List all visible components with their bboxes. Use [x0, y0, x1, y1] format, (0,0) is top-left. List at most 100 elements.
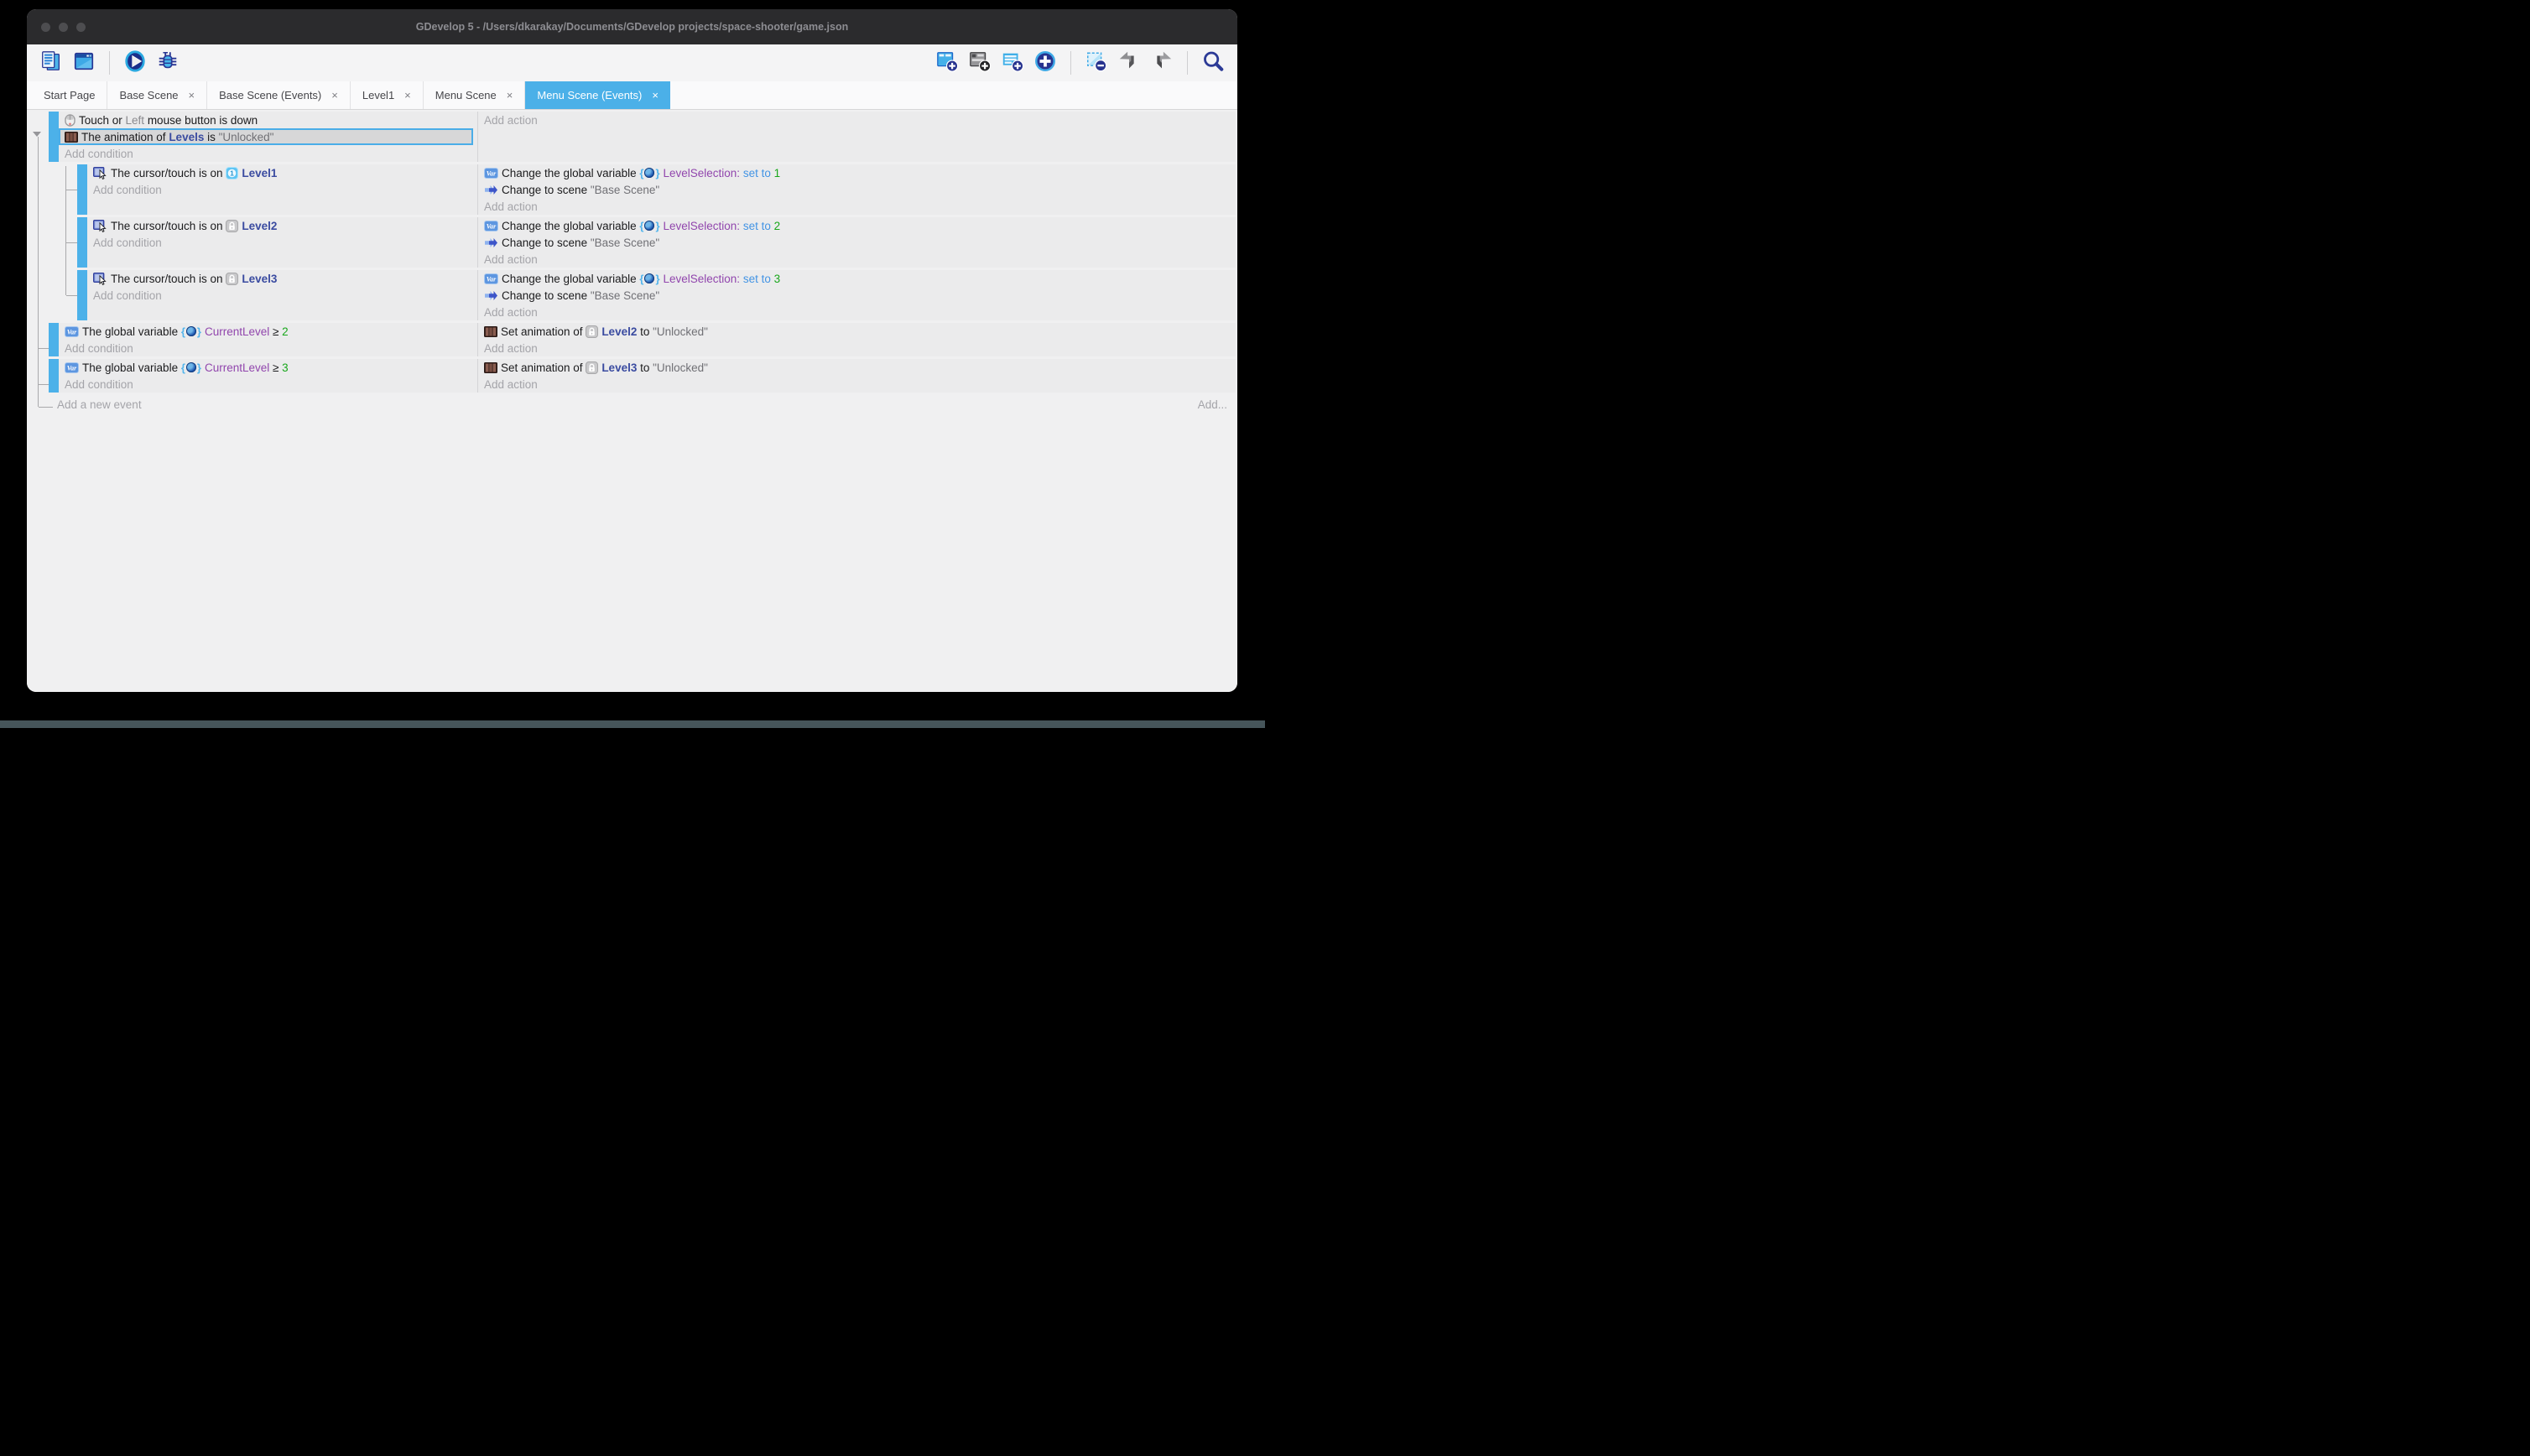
var-icon: Var	[65, 326, 79, 337]
preview-play-button[interactable]	[122, 50, 148, 75]
text-segment: mouse button is down	[144, 114, 258, 127]
animation-icon	[65, 132, 78, 143]
add-new-circle-button[interactable]	[1033, 50, 1058, 75]
add-condition-row[interactable]: Add condition	[59, 376, 477, 393]
action-row[interactable]: VarChange the global variable {}LevelSel…	[478, 164, 1236, 181]
add-new-event-button[interactable]: Add a new event	[57, 398, 142, 411]
redo-icon	[1150, 49, 1174, 77]
cursor-icon	[93, 167, 107, 179]
conditions-column: VarThe global variable {}CurrentLevel ≥ …	[59, 323, 478, 356]
project-manager-icon	[39, 49, 63, 77]
tab-close-icon[interactable]: ×	[404, 89, 411, 101]
sub-event-block: The cursor/touch is on 1Level1Add condit…	[77, 164, 1236, 215]
minimize-window-button[interactable]	[59, 23, 68, 32]
add-new-circle-icon	[1033, 49, 1057, 77]
add-action-row[interactable]: Add action	[478, 340, 1236, 356]
text-segment: LevelSelection:	[664, 220, 741, 232]
text-segment: Level3	[601, 361, 637, 374]
add-comment-button[interactable]	[1000, 50, 1025, 75]
add-condition-row[interactable]: Add condition	[59, 145, 477, 162]
add-event-button[interactable]	[934, 50, 960, 75]
actions-column: Set animation of Level2 to "Unlocked"Add…	[478, 323, 1236, 356]
tab-start-page[interactable]: Start Page	[32, 81, 107, 109]
remove-event-button[interactable]	[1084, 50, 1109, 75]
condition-row[interactable]: The cursor/touch is on Level3	[87, 270, 477, 287]
globe-icon: {}	[639, 220, 659, 232]
conditions-column: The cursor/touch is on Level3Add conditi…	[87, 270, 478, 320]
tab-menu-scene-events[interactable]: Menu Scene (Events)×	[525, 81, 670, 109]
tab-close-icon[interactable]: ×	[189, 89, 195, 101]
text-segment: Change the global variable	[502, 167, 639, 179]
actions-column: Add action	[478, 112, 1236, 162]
condition-row[interactable]: VarThe global variable {}CurrentLevel ≥ …	[59, 359, 477, 376]
project-manager-button[interactable]	[39, 50, 64, 75]
scene-icon	[484, 237, 498, 248]
add-condition-row[interactable]: Add condition	[59, 340, 477, 356]
svg-text:Var: Var	[67, 328, 77, 335]
event-tree-line	[66, 295, 77, 296]
tab-close-icon[interactable]: ×	[507, 89, 513, 101]
add-action-row[interactable]: Add action	[478, 198, 1236, 215]
svg-text:Var: Var	[67, 364, 77, 372]
remove-event-icon	[1085, 49, 1108, 77]
tab-level1[interactable]: Level1×	[351, 81, 424, 109]
condition-row[interactable]: VarThe global variable {}CurrentLevel ≥ …	[59, 323, 477, 340]
tab-close-icon[interactable]: ×	[652, 89, 659, 101]
add-condition-row[interactable]: Add condition	[87, 234, 477, 251]
add-action-row[interactable]: Add action	[478, 376, 1236, 393]
add-subevent-icon	[968, 49, 992, 77]
search-button[interactable]	[1200, 50, 1226, 75]
debug-bug-button[interactable]	[155, 50, 180, 75]
desktop-edge	[0, 720, 1265, 728]
tab-close-icon[interactable]: ×	[331, 89, 338, 101]
condition-row[interactable]: The cursor/touch is on Level2	[87, 217, 477, 234]
add-condition-row[interactable]: Add condition	[87, 287, 477, 304]
action-row[interactable]: Change to scene "Base Scene"	[478, 234, 1236, 251]
debug-bug-icon	[156, 49, 180, 77]
tab-menu-scene[interactable]: Menu Scene×	[424, 81, 526, 109]
action-row[interactable]: Set animation of Level3 to "Unlocked"	[478, 359, 1236, 376]
text-segment: "Base Scene"	[591, 289, 659, 302]
event-tree-line	[38, 137, 39, 407]
undo-button[interactable]	[1117, 50, 1142, 75]
condition-row[interactable]: The animation of Levels is "Unlocked"	[59, 128, 473, 145]
action-row[interactable]: VarChange the global variable {}LevelSel…	[478, 217, 1236, 234]
window-title: GDevelop 5 - /Users/dkarakay/Documents/G…	[27, 21, 1237, 33]
event-highlight-bar	[77, 164, 87, 215]
desktop: { "window": { "title": "GDevelop 5 - /Us…	[0, 0, 1265, 728]
action-row[interactable]: VarChange the global variable {}LevelSel…	[478, 270, 1236, 287]
text-segment: CurrentLevel	[205, 325, 269, 338]
cursor-icon	[93, 273, 107, 285]
redo-button[interactable]	[1149, 50, 1174, 75]
condition-row[interactable]: The cursor/touch is on 1Level1	[87, 164, 477, 181]
action-row[interactable]: Change to scene "Base Scene"	[478, 181, 1236, 198]
text-segment: to	[637, 361, 653, 374]
add-action-row[interactable]: Add action	[478, 304, 1236, 320]
events-sheet: Touch or Left mouse button is downThe an…	[27, 110, 1237, 692]
globe-icon: {}	[181, 325, 201, 338]
tab-base-scene-events[interactable]: Base Scene (Events)×	[207, 81, 351, 109]
action-row[interactable]: Set animation of Level2 to "Unlocked"	[478, 323, 1236, 340]
svg-text:Var: Var	[487, 275, 497, 283]
conditions-column: VarThe global variable {}CurrentLevel ≥ …	[59, 359, 478, 393]
close-window-button[interactable]	[41, 23, 50, 32]
toolbar-separator	[109, 51, 110, 75]
condition-row[interactable]: Touch or Left mouse button is down	[59, 112, 477, 128]
svg-text:Var: Var	[487, 222, 497, 230]
event-highlight-bar	[49, 112, 59, 162]
add-more-button[interactable]: Add...	[1198, 398, 1227, 411]
zoom-window-button[interactable]	[76, 23, 86, 32]
add-subevent-button[interactable]	[967, 50, 992, 75]
toolbar-right-group	[934, 50, 1226, 75]
add-action-row[interactable]: Add action	[478, 112, 1236, 128]
text-segment: The animation of	[81, 131, 169, 143]
tab-base-scene[interactable]: Base Scene×	[107, 81, 207, 109]
text-segment: Set animation of	[501, 361, 586, 374]
add-action-row[interactable]: Add action	[478, 251, 1236, 268]
scene-editor-button[interactable]	[71, 50, 96, 75]
globe-icon: {}	[639, 167, 659, 179]
conditions-column: The cursor/touch is on 1Level1Add condit…	[87, 164, 478, 215]
event-tree-line	[39, 348, 49, 349]
action-row[interactable]: Change to scene "Base Scene"	[478, 287, 1236, 304]
add-condition-row[interactable]: Add condition	[87, 181, 477, 198]
